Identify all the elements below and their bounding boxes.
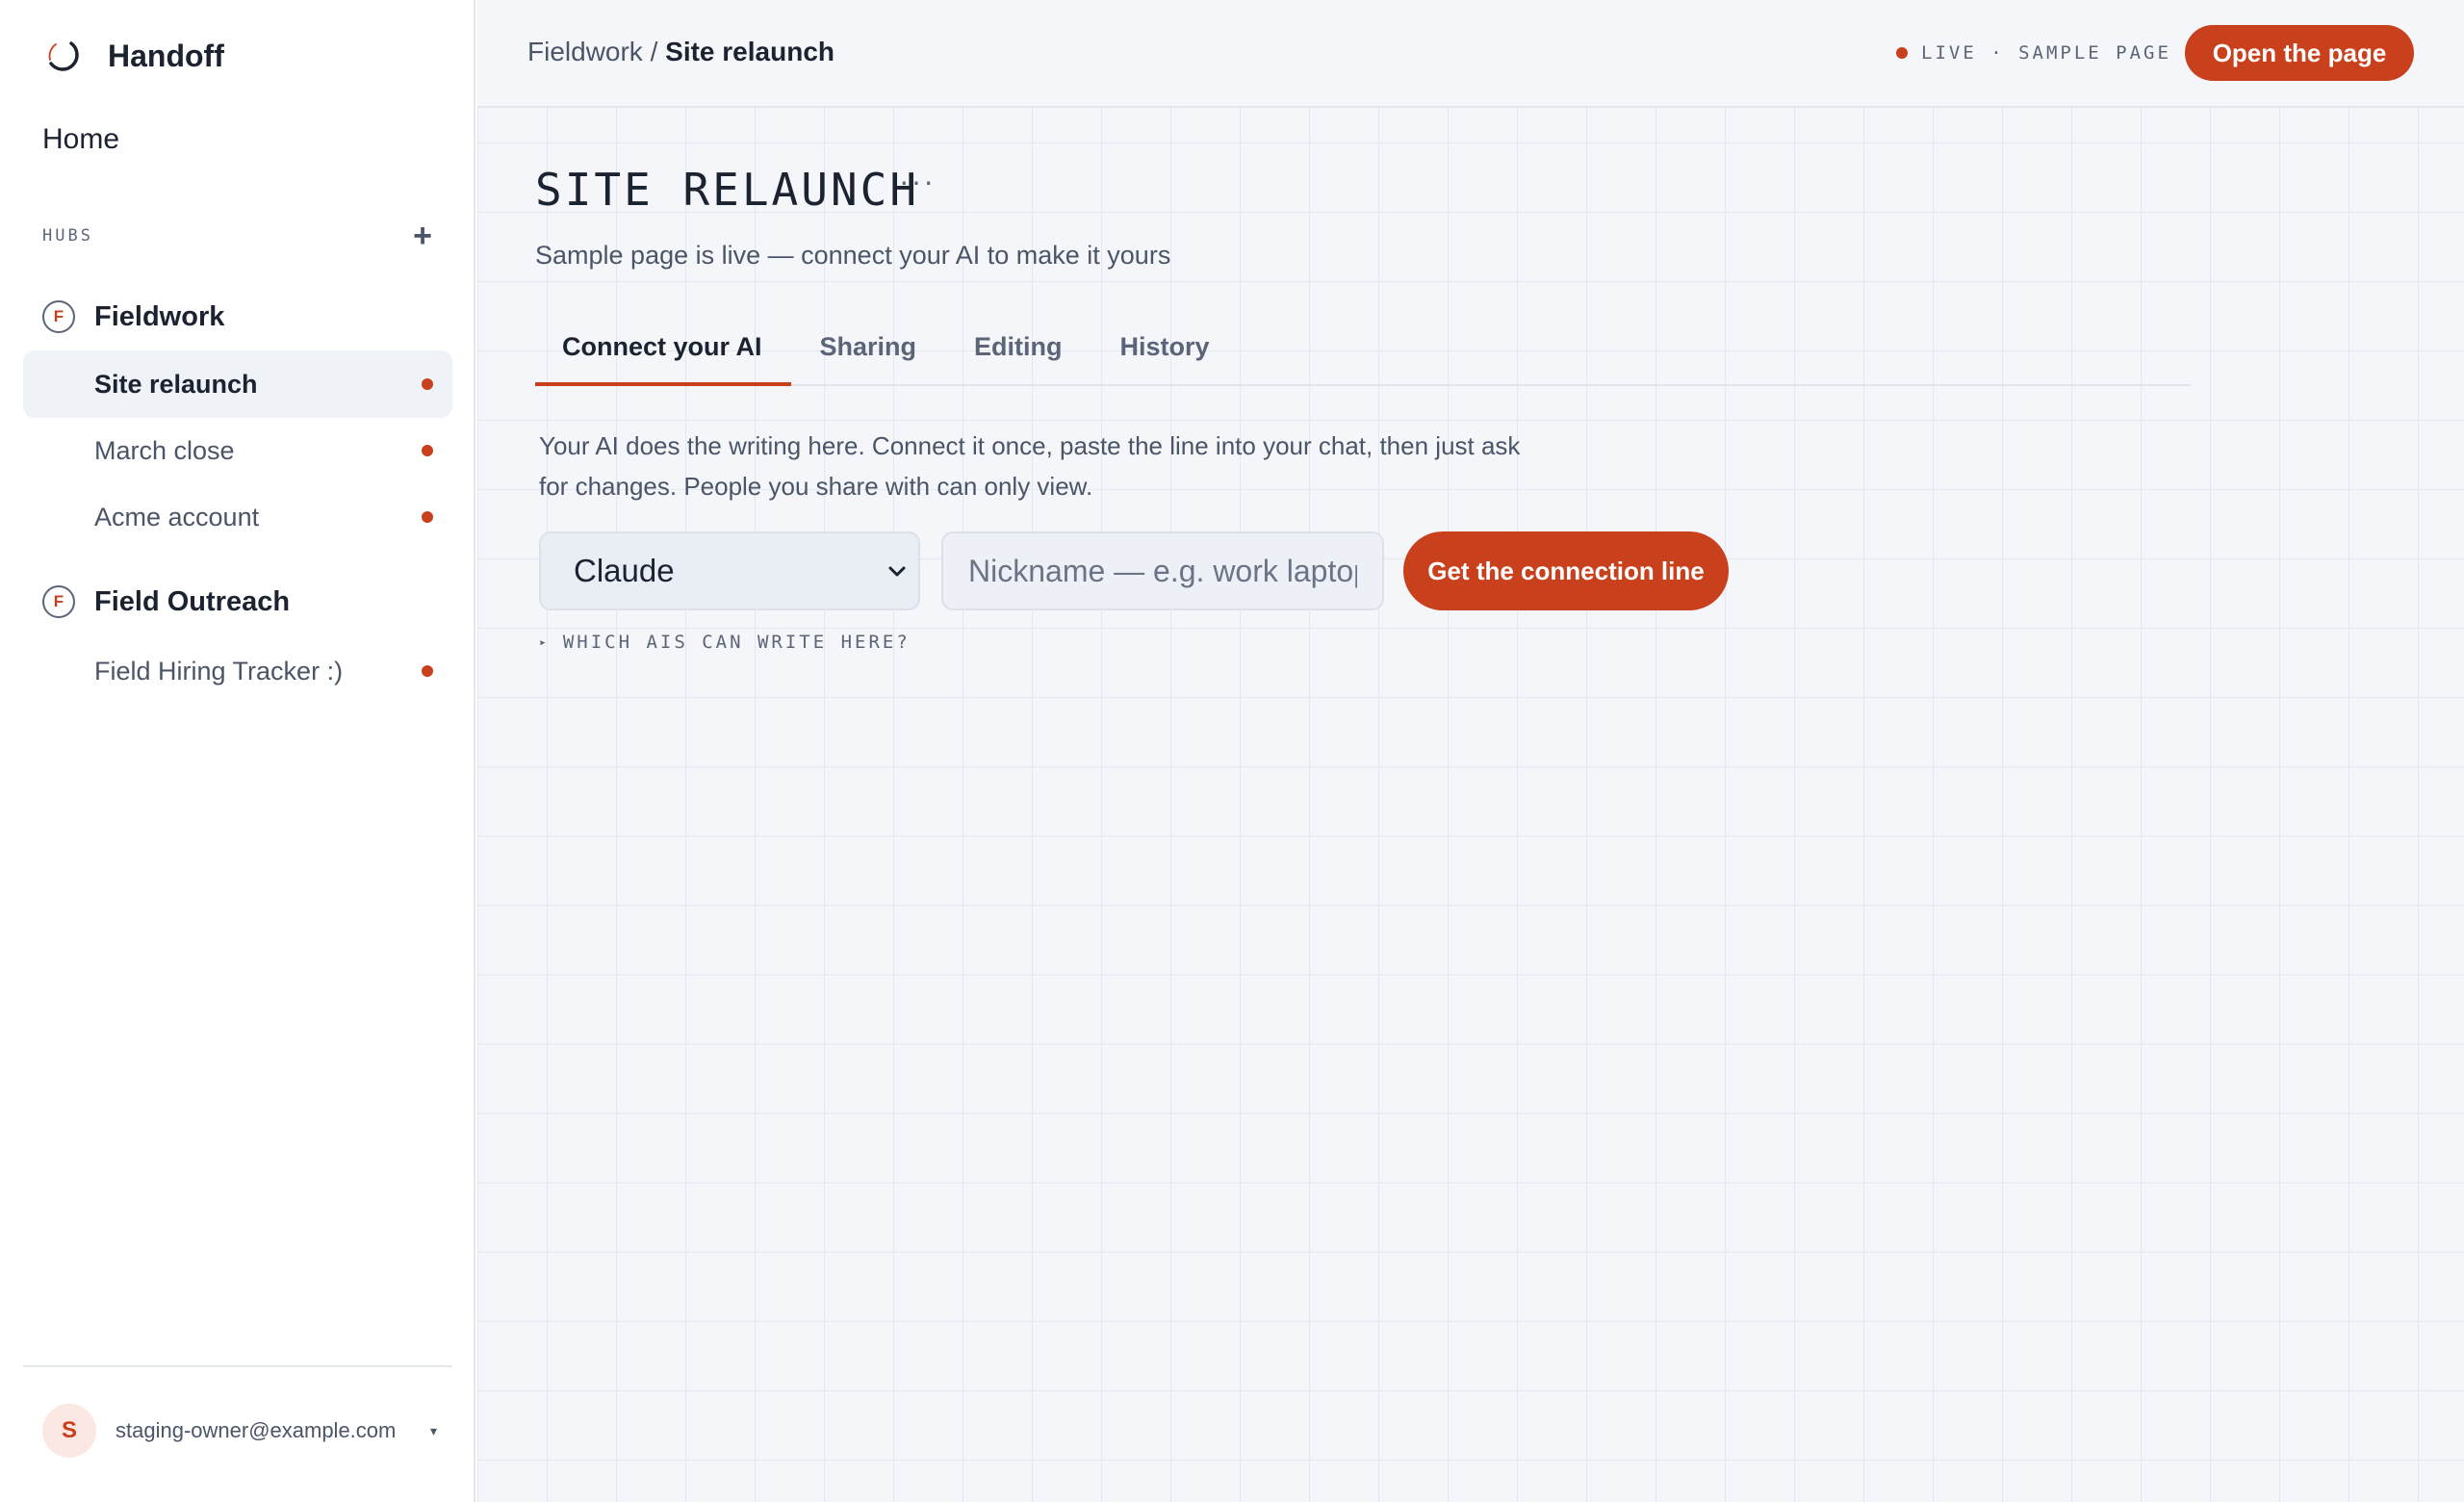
account-email: staging-owner@example.com [116,1418,397,1442]
disclosure-triangle-icon: ▸ [539,634,550,650]
which-ais-disclosure[interactable]: ▸ WHICH AIS CAN WRITE HERE? [539,632,911,653]
page-item-label: Acme account [94,502,260,531]
breadcrumb-parent[interactable]: Fieldwork / [527,37,657,66]
app-name: Handoff [108,38,224,73]
live-dot-icon [422,445,433,456]
connect-intro-text: Your AI does the writing here. Connect i… [539,431,1521,501]
handoff-logo-icon [48,41,79,71]
page-item-label: Site relaunch [94,369,258,399]
tab-editing[interactable]: Editing [945,332,1091,386]
breadcrumb: Fieldwork / Site relaunch [527,37,834,67]
hub-name: Field Outreach [94,585,291,617]
home-link[interactable]: Home [42,123,119,156]
live-dot-icon [422,665,433,677]
caret-down-icon[interactable]: ▾ [430,1423,437,1439]
hub-fieldwork[interactable]: F Fieldwork [42,300,224,333]
nickname-input[interactable] [941,531,1384,610]
tab-sharing[interactable]: Sharing [791,332,946,386]
hubs-header: HUBS + [42,220,437,252]
tab-history[interactable]: History [1091,332,1239,386]
topbar: Fieldwork / Site relaunch LIVE · SAMPLE … [477,0,2464,108]
hub-name: Fieldwork [94,300,225,332]
ai-select[interactable]: Claude [539,531,920,610]
chevron-down-icon [888,566,906,577]
page-item-field-hiring-tracker[interactable]: Field Hiring Tracker :) [23,637,452,705]
breadcrumb-current: Site relaunch [665,37,834,66]
page-title: SITE RELAUNCH [535,164,920,216]
page-subtitle: Sample page is live — connect your AI to… [535,241,1171,270]
tab-bar: Connect your AI Sharing Editing History [535,332,2191,386]
page-item-march-close[interactable]: March close [23,417,452,484]
live-dot-icon [422,511,433,523]
which-ais-label: WHICH AIS CAN WRITE HERE? [562,632,911,653]
live-status: LIVE · SAMPLE PAGE [1896,42,2171,64]
sidebar-divider [23,1365,452,1367]
tab-connect-your-ai[interactable]: Connect your AI [535,332,791,386]
page-item-label: Field Hiring Tracker :) [94,656,344,686]
page-item-site-relaunch[interactable]: Site relaunch [23,350,452,418]
live-dot-icon [1896,47,1908,59]
add-hub-icon[interactable]: + [408,220,437,252]
main-content: Fieldwork / Site relaunch LIVE · SAMPLE … [477,0,2464,1502]
hub-badge: F [42,300,75,333]
open-page-button[interactable]: Open the page [2185,25,2414,81]
sidebar: Handoff Home HUBS + F Fieldwork Site rel… [0,0,475,1502]
ai-select-value: Claude [574,553,675,588]
hubs-label: HUBS [42,226,93,246]
page-item-label: March close [94,435,235,465]
page-item-acme-account[interactable]: Acme account [23,483,452,551]
hub-badge: F [42,585,75,618]
account-menu[interactable]: S staging-owner@example.com ▾ [42,1404,437,1458]
hub-field-outreach[interactable]: F Field Outreach [42,585,290,618]
get-connection-line-button[interactable]: Get the connection line [1403,531,1729,610]
brand[interactable]: Handoff [42,35,224,77]
live-dot-icon [422,378,433,390]
avatar: S [42,1404,96,1458]
more-options-icon[interactable]: ··· [899,164,936,199]
live-status-text: LIVE · SAMPLE PAGE [1921,42,2171,64]
